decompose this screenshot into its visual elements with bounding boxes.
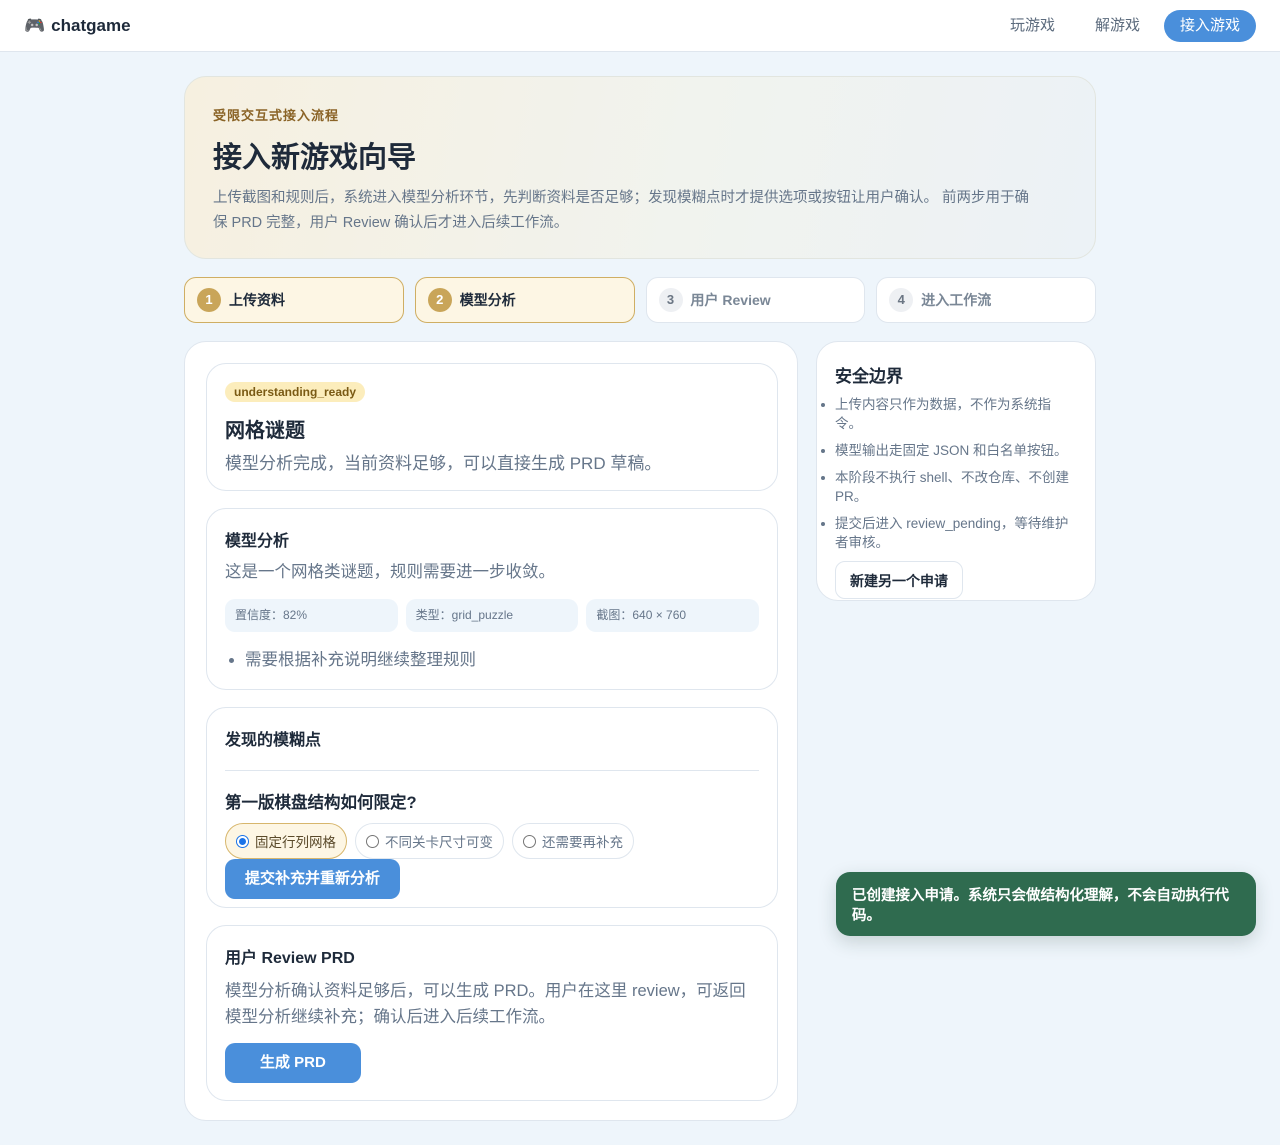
step-number: 4 (889, 288, 914, 312)
ambiguity-card: 发现的模糊点 第一版棋盘结构如何限定? 固定行列网格 不同关卡尺寸可变 还需要再… (206, 707, 778, 908)
analysis-summary: 这是一个网格类谜题，规则需要进一步收敛。 (225, 563, 555, 581)
option-label: 还需要再补充 (542, 835, 623, 850)
analysis-title: 模型分析 (225, 533, 290, 550)
step-review[interactable]: 3 用户 Review (645, 277, 866, 323)
hero-panel: 受限交互式接入流程 接入新游戏向导 上传截图和规则后，系统进入模型分析环节，先判… (184, 76, 1096, 259)
analysis-notes: 需要根据补充说明继续整理规则 (225, 646, 759, 670)
list-item: 本阶段不执行 shell、不改仓库、不创建 PR。 (821, 468, 1077, 506)
game-title: 网格谜题 (225, 420, 305, 442)
radio-checked-icon[interactable] (236, 834, 249, 848)
new-application-button[interactable]: 新建另一个申请 (835, 561, 963, 599)
page-title: 接入新游戏向导 (213, 142, 417, 174)
step-label: 用户 Review (690, 292, 771, 308)
step-number: 1 (197, 288, 221, 312)
step-number: 2 (427, 288, 452, 312)
list-item: 需要根据补充说明继续整理规则 (245, 646, 759, 670)
option-variable-size[interactable]: 不同关卡尺寸可变 (355, 823, 504, 859)
step-analysis[interactable]: 2 模型分析 (414, 277, 635, 323)
main-panel: understanding_ready 网格谜题 模型分析完成，当前资料足够，可… (184, 341, 798, 1121)
step-number: 3 (658, 288, 683, 312)
list-item: 模型输出走固定 JSON 和白名单按钮。 (821, 441, 1077, 460)
brand-name: chatgame (51, 16, 131, 35)
option-label: 不同关卡尺寸可变 (385, 835, 493, 850)
nav-play[interactable]: 玩游戏 (994, 10, 1071, 42)
safety-panel: 安全边界 上传内容只作为数据，不作为系统指令。 模型输出走固定 JSON 和白名… (816, 341, 1096, 601)
nav-integrate[interactable]: 接入游戏 (1163, 10, 1256, 42)
safety-title: 安全边界 (835, 367, 903, 386)
generate-prd-button[interactable]: 生成 PRD (225, 1043, 361, 1083)
wizard-steps: 1 上传资料 2 模型分析 3 用户 Review 4 进入工作流 (184, 277, 1096, 323)
metric-type: 类型：grid_puzzle (405, 599, 579, 632)
nav-solve[interactable]: 解游戏 (1079, 10, 1156, 42)
option-fixed-grid[interactable]: 固定行列网格 (225, 823, 347, 859)
option-group: 固定行列网格 不同关卡尺寸可变 还需要再补充 (225, 823, 759, 859)
analysis-card: 模型分析 这是一个网格类谜题，规则需要进一步收敛。 置信度：82% 类型：gri… (206, 508, 778, 690)
brand[interactable]: 🎮 chatgame (24, 15, 131, 37)
step-upload[interactable]: 1 上传资料 (184, 277, 404, 323)
gamepad-icon: 🎮 (24, 16, 46, 35)
status-card: understanding_ready 网格谜题 模型分析完成，当前资料足够，可… (206, 363, 778, 491)
radio-icon[interactable] (523, 834, 536, 848)
step-workflow[interactable]: 4 进入工作流 (876, 277, 1096, 323)
ambiguity-question: 第一版棋盘结构如何限定? (225, 794, 417, 812)
option-need-more[interactable]: 还需要再补充 (512, 823, 634, 859)
radio-icon[interactable] (366, 834, 379, 848)
divider (225, 770, 759, 771)
metric-confidence: 置信度：82% (225, 599, 398, 632)
option-label: 固定行列网格 (255, 835, 336, 850)
hero-description: 上传截图和规则后，系统进入模型分析环节，先判断资料是否足够；发现模糊点时才提供选… (213, 190, 1030, 231)
hero-eyebrow: 受限交互式接入流程 (213, 108, 340, 123)
review-card: 用户 Review PRD 模型分析确认资料足够后，可以生成 PRD。用户在这里… (206, 925, 778, 1101)
list-item: 上传内容只作为数据，不作为系统指令。 (821, 395, 1077, 433)
status-badge: understanding_ready (225, 382, 366, 402)
step-label: 上传资料 (229, 292, 285, 308)
list-item: 提交后进入 review_pending，等待维护者审核。 (821, 514, 1077, 552)
review-text: 模型分析确认资料足够后，可以生成 PRD。用户在这里 review，可返回模型分… (225, 982, 746, 1026)
submit-reanalyze-button[interactable]: 提交补充并重新分析 (225, 859, 401, 899)
metric-screenshot: 截图：640 × 760 (586, 599, 760, 632)
step-label: 进入工作流 (921, 292, 992, 308)
main-nav: 玩游戏 解游戏 接入游戏 (994, 10, 1256, 42)
step-label: 模型分析 (459, 292, 516, 308)
top-bar: 🎮 chatgame 玩游戏 解游戏 接入游戏 (0, 0, 1280, 52)
toast-notification: 已创建接入申请。系统只会做结构化理解，不会自动执行代码。 (836, 872, 1256, 936)
review-title: 用户 Review PRD (225, 950, 355, 967)
analysis-metrics: 置信度：82% 类型：grid_puzzle 截图：640 × 760 (225, 599, 760, 632)
ambiguity-title: 发现的模糊点 (225, 732, 322, 749)
safety-list: 上传内容只作为数据，不作为系统指令。 模型输出走固定 JSON 和白名单按钮。 … (821, 395, 1077, 552)
status-subtitle: 模型分析完成，当前资料足够，可以直接生成 PRD 草稿。 (225, 454, 662, 473)
